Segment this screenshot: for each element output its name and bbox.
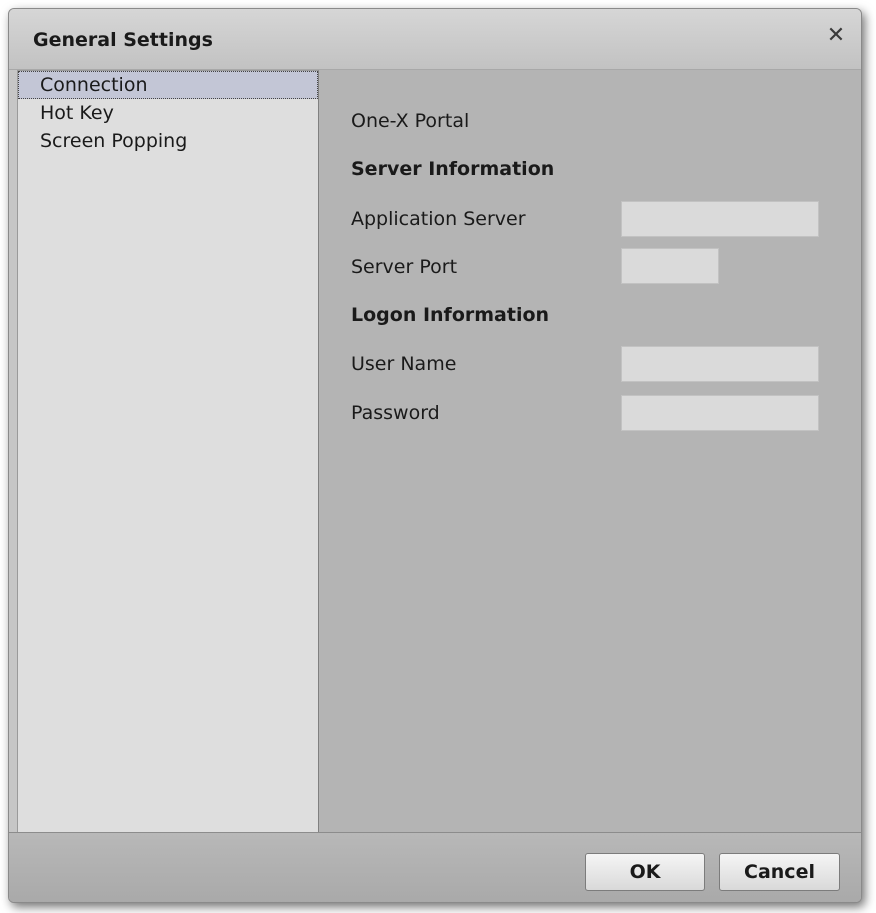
logon-information-header: Logon Information — [351, 304, 550, 326]
user-name-input[interactable] — [621, 346, 819, 382]
server-port-label: Server Port — [351, 256, 458, 278]
password-input[interactable] — [621, 395, 819, 431]
dialog-title: General Settings — [33, 29, 213, 51]
user-name-label: User Name — [351, 353, 457, 375]
sidebar-item-hot-key[interactable]: Hot Key — [18, 99, 318, 127]
application-server-label: Application Server — [351, 208, 526, 230]
server-port-input[interactable] — [621, 248, 719, 284]
sidebar-item-screen-popping[interactable]: Screen Popping — [18, 127, 318, 155]
server-information-header: Server Information — [351, 158, 555, 180]
ok-button[interactable]: OK — [585, 853, 705, 891]
application-server-input[interactable] — [621, 201, 819, 237]
settings-category-list: Connection Hot Key Screen Popping — [17, 70, 319, 834]
close-icon[interactable]: ✕ — [823, 23, 849, 49]
sidebar-item-connection[interactable]: Connection — [18, 71, 318, 99]
cancel-button[interactable]: Cancel — [719, 853, 840, 891]
title-bar: General Settings ✕ — [9, 9, 861, 70]
dialog-footer: OK Cancel — [9, 832, 861, 902]
general-settings-dialog: General Settings ✕ Connection Hot Key Sc… — [8, 8, 862, 903]
password-label: Password — [351, 402, 440, 424]
portal-label: One-X Portal — [351, 110, 470, 132]
connection-settings-panel: One-X Portal Server Information Applicat… — [319, 70, 861, 832]
